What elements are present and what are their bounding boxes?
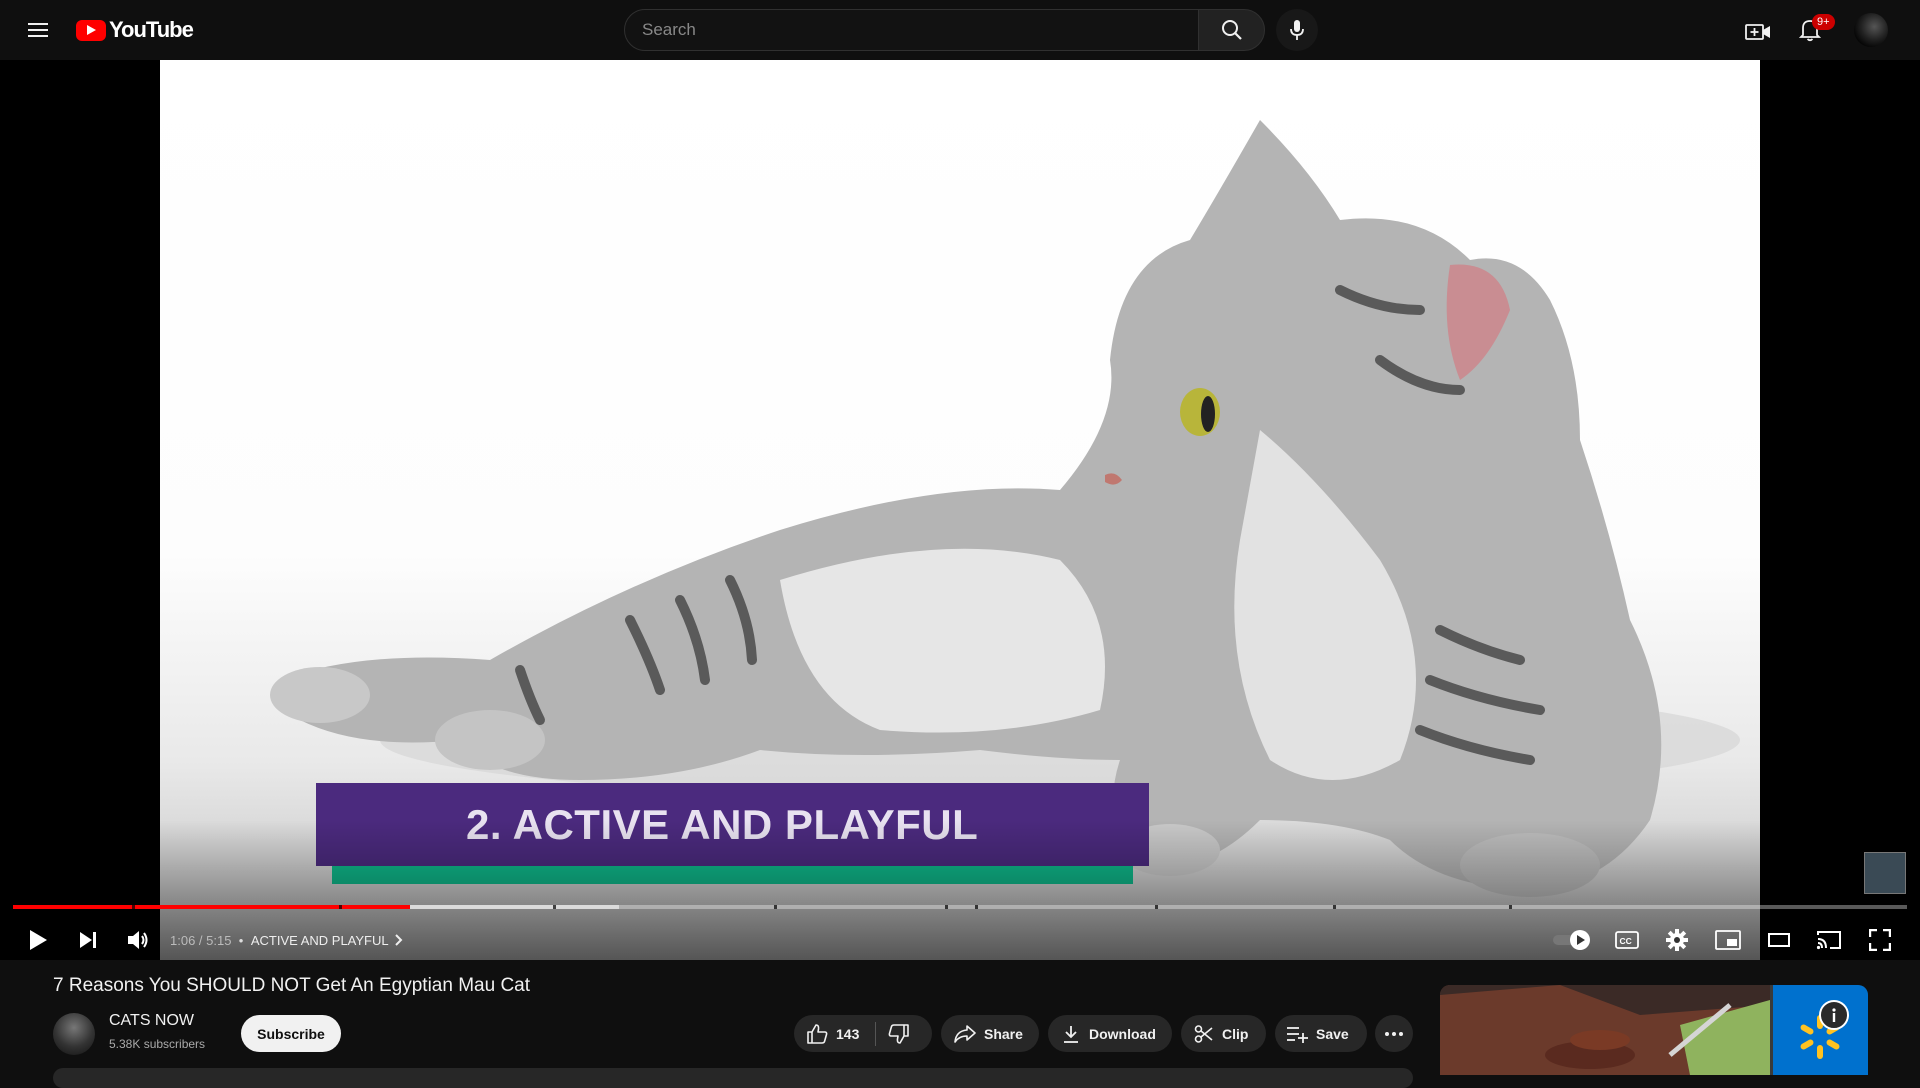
video-title: 7 Reasons You SHOULD NOT Get An Egyptian… <box>53 975 531 996</box>
volume-icon <box>128 931 148 949</box>
video-frame: 2. ACTIVE AND PLAYFUL <box>160 60 1760 960</box>
voice-search-button[interactable] <box>1276 9 1318 51</box>
overlay-accent-bar <box>332 866 1133 884</box>
svg-text:CC: CC <box>1620 936 1632 946</box>
cast-icon <box>1816 931 1841 950</box>
theater-mode-icon <box>1768 933 1790 947</box>
more-horizontal-icon <box>1385 1031 1403 1036</box>
more-actions-button[interactable] <box>1375 1015 1413 1052</box>
share-arrow-icon <box>954 1024 976 1043</box>
search-icon <box>1221 20 1242 40</box>
chapter-title: ACTIVE AND PLAYFUL <box>250 932 389 948</box>
spark-logo-icon <box>1800 1015 1840 1059</box>
info-icon <box>1832 1008 1836 1022</box>
video-camera-plus-icon <box>1745 24 1770 40</box>
time-separator: / <box>195 932 207 948</box>
download-icon <box>1064 1025 1078 1043</box>
time-display: 1:06 / 5:15 • ACTIVE AND PLAYFUL <box>170 924 403 956</box>
next-button[interactable] <box>70 920 106 960</box>
gear-icon <box>1666 929 1688 951</box>
logo-wordmark: YouTube <box>109 17 194 42</box>
ad-brand-panel <box>1773 985 1868 1075</box>
progress-bar[interactable] <box>13 905 1907 909</box>
skip-next-icon <box>80 932 96 948</box>
chapter-marker <box>338 905 342 909</box>
hamburger-menu-button[interactable] <box>22 14 54 46</box>
dislike-button[interactable] <box>888 1015 910 1052</box>
play-icon <box>30 930 47 950</box>
chapter-marker <box>975 905 979 909</box>
menu-icon <box>28 23 48 37</box>
share-button[interactable]: Share <box>941 1015 1039 1052</box>
progress-played <box>13 905 410 909</box>
chevron-right-icon <box>394 934 403 946</box>
autoplay-toggle-icon <box>1553 930 1590 950</box>
mute-button[interactable] <box>120 920 156 960</box>
fullscreen-icon <box>1869 929 1891 951</box>
save-label: Save <box>1316 1025 1349 1042</box>
youtube-play-logo-icon <box>76 19 106 41</box>
search-input[interactable] <box>624 9 1199 51</box>
like-dislike-group: 143 <box>794 1015 932 1052</box>
youtube-logo[interactable]: YouTube <box>76 17 194 43</box>
chapter-overlay-banner: 2. ACTIVE AND PLAYFUL <box>316 783 1149 866</box>
create-button[interactable] <box>1740 14 1776 50</box>
like-count: 143 <box>836 1025 860 1042</box>
save-button[interactable]: Save <box>1275 1015 1367 1052</box>
fullscreen-button[interactable] <box>1862 920 1898 960</box>
subscribe-button[interactable]: Subscribe <box>241 1015 341 1052</box>
thumbs-down-icon <box>888 1023 910 1044</box>
channel-watermark[interactable] <box>1864 852 1906 894</box>
scissors-icon <box>1194 1024 1213 1043</box>
thumbs-up-icon <box>807 1023 828 1044</box>
theater-mode-button[interactable] <box>1761 920 1797 960</box>
download-label: Download <box>1089 1025 1156 1042</box>
description-box[interactable] <box>53 1068 1413 1088</box>
channel-name[interactable]: CATS NOW <box>109 1012 194 1030</box>
miniplayer-icon <box>1715 930 1741 950</box>
settings-button[interactable] <box>1659 920 1695 960</box>
notification-count-badge: 9+ <box>1812 14 1835 30</box>
bullet-separator: • <box>231 932 247 948</box>
closed-captions-icon: CC <box>1615 931 1639 949</box>
like-button[interactable]: 143 <box>806 1015 859 1052</box>
chapter-marker <box>132 905 136 909</box>
microphone-icon <box>1290 20 1304 40</box>
share-label: Share <box>984 1025 1023 1042</box>
masthead: YouTube 9+ <box>0 0 1920 60</box>
chapter-marker <box>774 905 778 909</box>
chapter-marker <box>1333 905 1337 909</box>
channel-avatar[interactable] <box>53 1013 95 1055</box>
chapter-title-button[interactable]: ACTIVE AND PLAYFUL <box>251 933 403 948</box>
chapter-marker <box>1509 905 1513 909</box>
download-button[interactable]: Download <box>1048 1015 1172 1052</box>
ad-image <box>1440 985 1770 1075</box>
account-avatar[interactable] <box>1854 13 1888 47</box>
current-time: 1:06 <box>170 932 196 948</box>
chapter-marker <box>1155 905 1159 909</box>
chapter-marker <box>944 905 948 909</box>
search-button[interactable] <box>1198 9 1265 51</box>
chapter-marker <box>552 905 556 909</box>
ad-info-button[interactable] <box>1819 1000 1849 1030</box>
playlist-add-icon <box>1287 1026 1308 1043</box>
subscriber-count: 5.38K subscribers <box>109 1037 206 1051</box>
sidebar-ad-card[interactable] <box>1440 985 1868 1075</box>
miniplayer-button[interactable] <box>1710 920 1746 960</box>
subtitles-button[interactable]: CC <box>1609 920 1645 960</box>
video-player[interactable]: 2. ACTIVE AND PLAYFUL 1:06 / 5:15 • ACTI… <box>0 60 1920 960</box>
duration: 5:15 <box>206 932 232 948</box>
overlay-title: 2. ACTIVE AND PLAYFUL <box>466 800 979 848</box>
clip-button[interactable]: Clip <box>1181 1015 1266 1052</box>
clip-label: Clip <box>1222 1025 1249 1042</box>
autoplay-toggle[interactable] <box>1550 920 1594 960</box>
play-button[interactable] <box>20 920 56 960</box>
cast-button[interactable] <box>1811 920 1847 960</box>
like-separator <box>875 1021 877 1046</box>
